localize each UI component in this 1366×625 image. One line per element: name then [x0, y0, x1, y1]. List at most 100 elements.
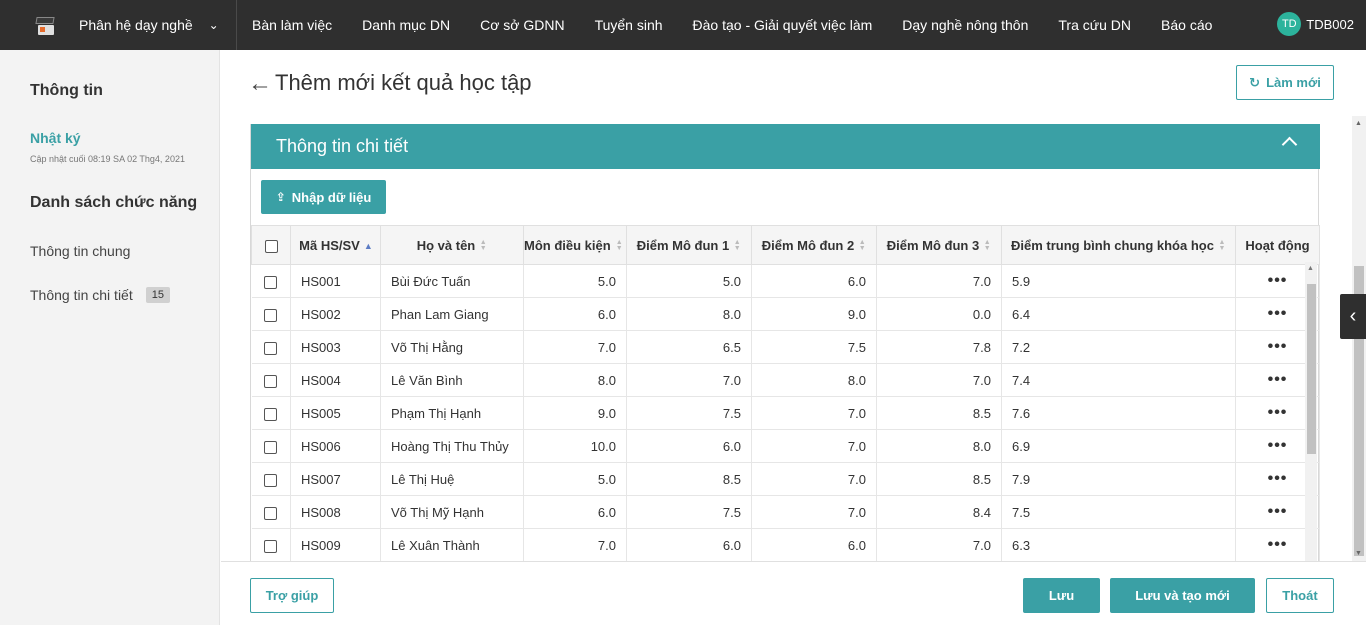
- more-actions-icon[interactable]: •••: [1268, 404, 1288, 421]
- nav-tuyen-sinh[interactable]: Tuyển sinh: [595, 17, 663, 33]
- sidebar-info-heading: Thông tin: [30, 82, 103, 99]
- cell-condition: 10.0: [523, 429, 627, 463]
- chevron-up-icon[interactable]: [1281, 136, 1298, 153]
- row-select-cell: [251, 462, 291, 496]
- table-scrollbar[interactable]: ▲: [1305, 262, 1317, 561]
- main-nav: Bàn làm việc Danh mục DN Cơ sở GDNN Tuyể…: [237, 0, 1242, 50]
- back-arrow-icon[interactable]: ←: [248, 72, 272, 96]
- row-checkbox[interactable]: [264, 539, 278, 553]
- sidebar-item-general-info[interactable]: Thông tin chung: [30, 243, 130, 259]
- more-actions-icon[interactable]: •••: [1268, 371, 1288, 388]
- nav-ban-lam-viec[interactable]: Bàn làm việc: [252, 17, 332, 33]
- nav-danh-muc-dn[interactable]: Danh mục DN: [362, 17, 450, 33]
- table-row[interactable]: HS008 Võ Thị Mỹ Hạnh 6.0 7.5 7.0 8.4 7.5 •••: [251, 495, 1320, 529]
- panel-toggle-button[interactable]: ‹: [1340, 294, 1366, 339]
- scroll-up-icon[interactable]: ▲: [1307, 265, 1314, 272]
- table-header-row: Mã HS/SV ▲ Họ và tên ▲ ▼ Môn điều kiện ▲ ▼ Đi…: [251, 225, 1320, 265]
- cell-condition: 7.0: [523, 528, 627, 561]
- nav-day-nghe-nong-thon[interactable]: Dạy nghề nông thôn: [902, 17, 1028, 33]
- col-header-condition[interactable]: Môn điều kiện ▲ ▼: [523, 225, 627, 265]
- sort-icon: ▲ ▼: [479, 239, 487, 253]
- nav-tra-cuu-dn[interactable]: Tra cứu DN: [1058, 17, 1131, 33]
- col-header-average[interactable]: Điểm trung bình chung khóa học ▲ ▼: [1001, 225, 1236, 265]
- save-button[interactable]: Lưu: [1023, 578, 1100, 613]
- scrollbar-thumb[interactable]: [1307, 284, 1316, 454]
- sort-icon: ▲ ▼: [615, 239, 623, 253]
- page-header: ← Thêm mới kết quả học tập ↻ Làm mới: [221, 50, 1366, 116]
- more-actions-icon[interactable]: •••: [1268, 503, 1288, 520]
- cell-module3: 7.0: [876, 363, 1002, 397]
- scroll-up-icon[interactable]: ▲: [1355, 120, 1362, 127]
- cell-module3: 8.5: [876, 462, 1002, 496]
- nav-bao-cao[interactable]: Báo cáo: [1161, 17, 1212, 33]
- row-checkbox[interactable]: [264, 473, 278, 487]
- sidebar-log-link[interactable]: Nhật ký: [30, 130, 81, 146]
- col-header-name[interactable]: Họ và tên ▲ ▼: [380, 225, 524, 265]
- sort-icon: ▲ ▼: [1218, 239, 1226, 253]
- col-header-code[interactable]: Mã HS/SV ▲: [290, 225, 381, 265]
- sidebar-item-label: Thông tin chi tiết: [30, 287, 133, 303]
- cell-name: Lê Văn Bình: [380, 363, 524, 397]
- select-all-cell: [251, 225, 291, 265]
- cell-code: HS007: [290, 462, 381, 496]
- col-header-module2[interactable]: Điểm Mô đun 2 ▲ ▼: [751, 225, 877, 265]
- app-logo-icon: [34, 14, 56, 36]
- row-checkbox[interactable]: [264, 308, 278, 322]
- module-switcher[interactable]: Phân hệ dạy nghề ⌄: [0, 0, 237, 50]
- col-header-module3[interactable]: Điểm Mô đun 3 ▲ ▼: [876, 225, 1002, 265]
- cell-module2: 8.0: [751, 363, 877, 397]
- row-checkbox[interactable]: [264, 275, 278, 289]
- nav-dao-tao[interactable]: Đào tạo - Giải quyết việc làm: [693, 17, 873, 33]
- row-select-cell: [251, 528, 291, 561]
- cell-module2: 9.0: [751, 297, 877, 331]
- results-table: Mã HS/SV ▲ Họ và tên ▲ ▼ Môn điều kiện ▲ ▼ Đi…: [251, 225, 1320, 561]
- cell-average: 6.4: [1001, 297, 1236, 331]
- more-actions-icon[interactable]: •••: [1268, 536, 1288, 553]
- help-button[interactable]: Trợ giúp: [250, 578, 334, 613]
- sidebar-item-detail-info[interactable]: Thông tin chi tiết 15: [30, 287, 170, 303]
- row-checkbox[interactable]: [264, 440, 278, 454]
- top-navbar: Phân hệ dạy nghề ⌄ Bàn làm việc Danh mục…: [0, 0, 1366, 50]
- cell-name: Phạm Thị Hạnh: [380, 396, 524, 430]
- cell-condition: 5.0: [523, 462, 627, 496]
- user-menu[interactable]: TD TDB002: [1277, 12, 1354, 36]
- table-row[interactable]: HS006 Hoàng Thị Thu Thủy 10.0 6.0 7.0 8.0 6.9 •…: [251, 429, 1320, 463]
- table-row[interactable]: HS003 Võ Thị Hằng 7.0 6.5 7.5 7.8 7.2 •••: [251, 330, 1320, 364]
- cell-average: 6.9: [1001, 429, 1236, 463]
- table-row[interactable]: HS009 Lê Xuân Thành 7.0 6.0 6.0 7.0 6.3 •••: [251, 528, 1320, 561]
- cell-module1: 8.5: [626, 462, 752, 496]
- more-actions-icon[interactable]: •••: [1268, 272, 1288, 289]
- cell-code: HS003: [290, 330, 381, 364]
- sidebar-functions-heading: Danh sách chức năng: [30, 194, 198, 211]
- scroll-down-icon[interactable]: ▼: [1355, 550, 1362, 557]
- panel-header[interactable]: Thông tin chi tiết: [251, 124, 1320, 169]
- panel-title: Thông tin chi tiết: [276, 136, 409, 156]
- col-header-module1[interactable]: Điểm Mô đun 1 ▲ ▼: [626, 225, 752, 265]
- table-row[interactable]: HS007 Lê Thị Huệ 5.0 8.5 7.0 8.5 7.9 •••: [251, 462, 1320, 496]
- row-checkbox[interactable]: [264, 506, 278, 520]
- cell-name: Võ Thị Hằng: [380, 330, 524, 364]
- more-actions-icon[interactable]: •••: [1268, 470, 1288, 487]
- row-checkbox[interactable]: [264, 374, 278, 388]
- table-row[interactable]: HS001 Bùi Đức Tuấn 5.0 5.0 6.0 7.0 5.9 •••: [251, 264, 1320, 298]
- exit-button[interactable]: Thoát: [1266, 578, 1334, 613]
- refresh-button[interactable]: ↻ Làm mới: [1236, 65, 1334, 100]
- more-actions-icon[interactable]: •••: [1268, 437, 1288, 454]
- table-row[interactable]: HS004 Lê Văn Bình 8.0 7.0 8.0 7.0 7.4 •••: [251, 363, 1320, 397]
- sort-icon: ▲ ▼: [858, 239, 866, 253]
- cell-module3: 7.0: [876, 264, 1002, 298]
- more-actions-icon[interactable]: •••: [1268, 305, 1288, 322]
- row-checkbox[interactable]: [264, 407, 278, 421]
- cell-code: HS009: [290, 528, 381, 561]
- cell-module1: 6.0: [626, 528, 752, 561]
- table-row[interactable]: HS002 Phan Lam Giang 6.0 8.0 9.0 0.0 6.4 •••: [251, 297, 1320, 331]
- row-checkbox[interactable]: [264, 341, 278, 355]
- save-and-new-button[interactable]: Lưu và tạo mới: [1110, 578, 1255, 613]
- cell-name: Võ Thị Mỹ Hạnh: [380, 495, 524, 529]
- select-all-checkbox[interactable]: [264, 239, 278, 253]
- import-data-button[interactable]: ⇪ Nhập dữ liệu: [261, 180, 386, 214]
- cell-module1: 8.0: [626, 297, 752, 331]
- table-row[interactable]: HS005 Phạm Thị Hạnh 9.0 7.5 7.0 8.5 7.6 •••: [251, 396, 1320, 430]
- nav-co-so-gdnn[interactable]: Cơ sở GDNN: [480, 17, 564, 33]
- more-actions-icon[interactable]: •••: [1268, 338, 1288, 355]
